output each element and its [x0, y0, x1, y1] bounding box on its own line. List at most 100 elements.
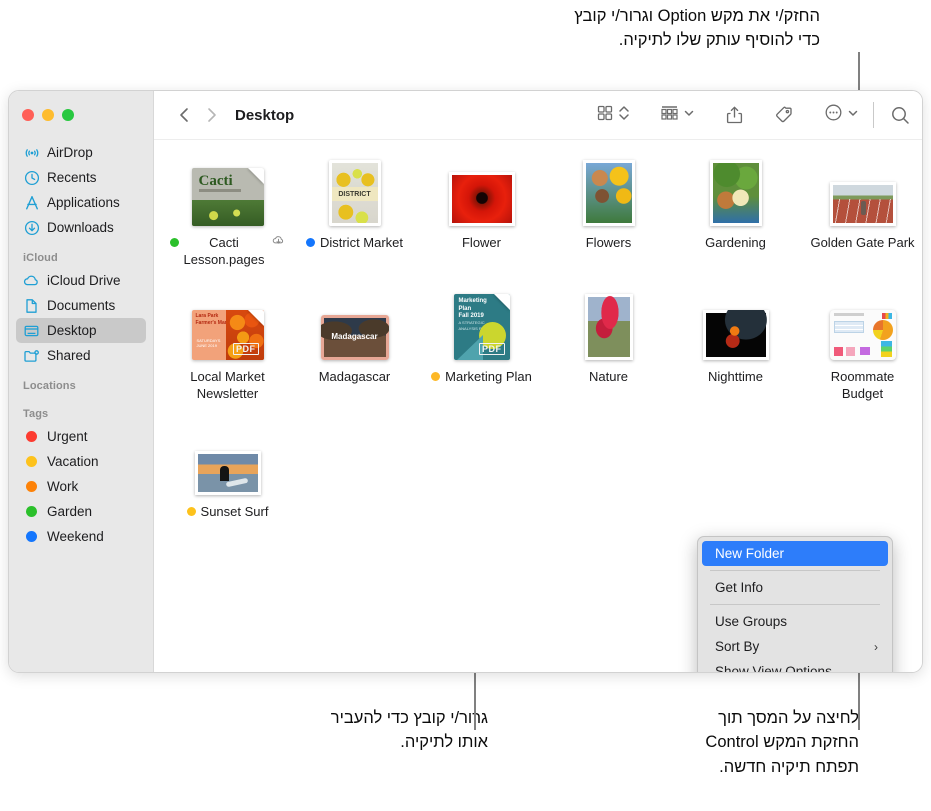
file-item-marketing-plan[interactable]: Marketing Plan Fall 2019 A STRATEGIC ANALYS…	[418, 288, 545, 402]
file-label: Flower	[462, 234, 501, 251]
file-item-roommate-budget[interactable]: Roommate Budget	[799, 288, 922, 402]
screenshot-root: החזק/י את מקש Option וגרור/י קובץ כדי לה…	[0, 0, 931, 811]
more-actions-button[interactable]	[824, 103, 859, 127]
file-label: Cacti Lesson.pages	[169, 234, 286, 268]
sidebar-header-tags: Tags	[23, 408, 49, 420]
sidebar-item-applications[interactable]: Applications	[16, 190, 146, 215]
file-item-golden-gate-park[interactable]: Golden Gate Park	[799, 154, 922, 268]
sidebar-section-favorites: AirDrop Recents Applications Downloads	[9, 140, 153, 240]
group-by-button[interactable]	[660, 104, 695, 127]
menu-item-new-folder[interactable]: New Folder	[702, 541, 888, 566]
chevron-down-icon[interactable]	[847, 106, 859, 124]
file-label: Local Market Newsletter	[190, 368, 264, 402]
icon-view-icon[interactable]	[596, 104, 614, 127]
sidebar-item-shared[interactable]: Shared	[16, 343, 146, 368]
tag-color-dot	[23, 453, 40, 470]
file-item-flower[interactable]: Flower	[418, 154, 545, 268]
file-thumbnail: DISTRICT	[328, 154, 381, 226]
file-thumbnail: Madagascar	[320, 288, 389, 361]
sidebar-item-desktop[interactable]: Desktop	[16, 318, 146, 343]
sidebar-item-documents[interactable]: Documents	[16, 293, 146, 318]
chevron-updown-icon[interactable]	[618, 103, 630, 128]
menu-item-label: New Folder	[715, 546, 785, 561]
group-by-icon[interactable]	[660, 104, 679, 127]
chevron-down-icon[interactable]	[683, 106, 695, 124]
file-name: Madagascar	[318, 369, 391, 385]
forward-button[interactable]	[198, 102, 224, 128]
file-thumbnail	[194, 423, 261, 495]
file-thumbnail: Cacti	[191, 154, 264, 226]
tag-color-dot	[23, 428, 40, 445]
tag-button[interactable]	[774, 105, 794, 125]
sidebar-item-airdrop[interactable]: AirDrop	[16, 140, 146, 165]
file-item-nature[interactable]: Nature	[545, 288, 672, 402]
sidebar-item-label: Shared	[47, 348, 91, 363]
sidebar-item-label: Desktop	[47, 323, 97, 338]
share-button[interactable]	[725, 105, 744, 125]
tag-color-dot	[23, 478, 40, 495]
file-item-gardening[interactable]: Gardening	[672, 154, 799, 268]
menu-item-label: Sort By	[715, 639, 760, 654]
file-name: Cacti Lesson.pages	[183, 235, 265, 268]
submenu-arrow-icon: ›	[874, 639, 878, 654]
file-item-madagascar[interactable]: Madagascar Madagascar	[291, 288, 418, 402]
document-icon	[23, 297, 40, 314]
sidebar-item-recents[interactable]: Recents	[16, 165, 146, 190]
file-label: Roommate Budget	[831, 368, 895, 402]
page-title: Desktop	[235, 106, 295, 124]
file-item-cacti-lesson-pages[interactable]: Cacti Cacti Lesson.pages	[164, 154, 291, 268]
file-label: Flowers	[586, 234, 632, 251]
file-item-district-market[interactable]: DISTRICT District Market	[291, 154, 418, 268]
window-minimize-button[interactable]	[42, 109, 54, 121]
sidebar-header-icloud: iCloud	[23, 252, 58, 264]
file-tag-dot	[169, 238, 179, 247]
file-thumbnail	[448, 154, 515, 226]
menu-item-label: Use Groups	[715, 614, 788, 629]
sidebar-item-label: Applications	[47, 195, 120, 210]
file-item-flowers[interactable]: Flowers	[545, 154, 672, 268]
file-item-sunset-surf[interactable]: Sunset Surf	[164, 423, 291, 520]
toolbar: Desktop	[154, 91, 922, 140]
menu-item-show-view-options[interactable]: Show View Options	[702, 659, 888, 672]
file-tag-dot	[186, 506, 196, 516]
sidebar-tag-garden[interactable]: Garden	[16, 499, 146, 524]
context-menu[interactable]: New Folder Get Info Use Groups Sort By › Show…	[697, 536, 893, 672]
file-grid[interactable]: Cacti Cacti Lesson.pages DISTRICT Distri…	[154, 140, 922, 672]
file-row: Lara Park Farmer's Market SATURDAYS JUNE 2…	[154, 288, 922, 402]
file-name: Local Market Newsletter	[190, 369, 265, 402]
file-thumbnail	[709, 154, 762, 226]
menu-item-get-info[interactable]: Get Info	[702, 575, 888, 600]
file-tag-dot	[305, 238, 315, 247]
tag-color-dot	[23, 528, 40, 545]
file-label: Sunset Surf	[186, 503, 268, 520]
callout-option-drag: החזק/י את מקש Option וגרור/י קובץ כדי לה…	[574, 7, 820, 50]
file-thumbnail: Lara Park Farmer's Market SATURDAYS JUNE 2…	[191, 288, 264, 361]
file-item-local-market-newsletter[interactable]: Lara Park Farmer's Market SATURDAYS JUNE 2…	[164, 288, 291, 402]
sidebar-section-icloud: iCloud Drive Documents Desktop Shared	[9, 268, 153, 368]
sidebar-tag-urgent[interactable]: Urgent	[16, 424, 146, 449]
sidebar-tag-vacation[interactable]: Vacation	[16, 449, 146, 474]
sidebar-tag-weekend[interactable]: Weekend	[16, 524, 146, 549]
finder-window: AirDrop Recents Applications Downloads iClo…	[8, 90, 923, 673]
back-button[interactable]	[172, 102, 198, 128]
file-name: Golden Gate Park	[810, 235, 915, 250]
window-close-button[interactable]	[22, 109, 34, 121]
view-switcher[interactable]	[596, 103, 630, 128]
window-zoom-button[interactable]	[62, 109, 74, 121]
ellipsis-circle-icon[interactable]	[824, 103, 843, 127]
menu-item-sort-by[interactable]: Sort By ›	[702, 634, 888, 659]
sidebar-tag-work[interactable]: Work	[16, 474, 146, 499]
sidebar-item-label: Recents	[47, 170, 97, 185]
clock-icon	[23, 169, 40, 186]
sidebar-item-icloud-drive[interactable]: iCloud Drive	[16, 268, 146, 293]
window-controls	[22, 109, 74, 121]
callout-drag-move: גרור/י קובץ כדי להעביר אותו לתיקיה.	[330, 709, 488, 752]
search-button[interactable]	[890, 105, 911, 126]
sidebar-item-downloads[interactable]: Downloads	[16, 215, 146, 240]
file-item-nighttime[interactable]: Nighttime	[672, 288, 799, 402]
menu-item-use-groups[interactable]: Use Groups	[702, 609, 888, 634]
icloud-download-icon[interactable]	[272, 234, 285, 251]
toolbar-separator	[873, 102, 874, 128]
menu-separator	[710, 604, 880, 605]
sidebar-tag-label: Work	[47, 479, 79, 494]
